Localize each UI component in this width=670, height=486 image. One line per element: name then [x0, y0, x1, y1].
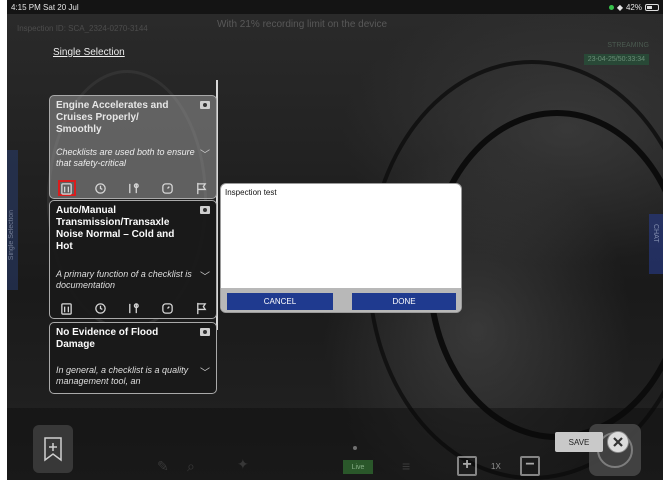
- gauge-button[interactable]: [159, 300, 177, 316]
- flag-button[interactable]: [192, 180, 210, 196]
- wifi-icon: ◆: [616, 2, 623, 12]
- repair-button[interactable]: [125, 300, 143, 316]
- location-indicator-icon: [608, 4, 614, 10]
- grid-icon[interactable]: ≡: [402, 458, 410, 474]
- page-indicator: [353, 446, 357, 450]
- close-button[interactable]: [607, 431, 629, 453]
- camera-icon[interactable]: [200, 101, 210, 109]
- gauge-icon: [162, 302, 173, 314]
- battery-percent: 42%: [625, 2, 642, 12]
- inspection-id: Inspection ID: SCA_2324-0270-3144: [17, 24, 148, 33]
- notes-button[interactable]: [57, 180, 76, 196]
- status-time: 4:15 PM: [11, 2, 41, 12]
- bookmark-add-icon: [44, 437, 62, 462]
- checklist-actions: [50, 179, 216, 197]
- repair-button[interactable]: [125, 180, 143, 196]
- chevron-down-icon[interactable]: ﹀: [200, 364, 210, 379]
- history-button[interactable]: [91, 180, 109, 196]
- zoom-out-button[interactable]: −: [520, 456, 540, 476]
- battery-icon: [645, 3, 659, 11]
- checklist-item-title: Auto/Manual Transmission/Transaxle Noise…: [56, 205, 175, 252]
- status-bar: 4:15 PM Sat 20 Jul ◆ 42%: [7, 0, 663, 14]
- zoom-in-button[interactable]: +: [457, 456, 477, 476]
- side-tab-label: CHAT: [652, 224, 659, 243]
- checklist-item[interactable]: Engine Accelerates and Cruises Properly/…: [49, 95, 217, 199]
- person-icon[interactable]: ✦: [237, 456, 249, 473]
- checklist-item-description: A primary function of a checklist is doc…: [56, 269, 192, 290]
- gauge-icon: [162, 182, 173, 194]
- search-icon[interactable]: ⌕: [187, 458, 195, 475]
- stream-time-badge: 23-04-25/50:33:34: [583, 54, 649, 65]
- flag-button[interactable]: [192, 300, 210, 316]
- single-selection-link[interactable]: Single Selection: [53, 47, 125, 58]
- add-bookmark-button[interactable]: [33, 425, 73, 473]
- recording-banner: With 21% recording limit on the device: [217, 19, 388, 30]
- checklist-item-description: In general, a checklist is a quality man…: [56, 365, 189, 386]
- clipboard-icon: [61, 302, 73, 315]
- status-date: Sat 20 Jul: [43, 2, 79, 12]
- checklist-item-title: Engine Accelerates and Cruises Properly/…: [56, 100, 169, 135]
- chevron-down-icon[interactable]: ﹀: [200, 268, 210, 283]
- clipboard-icon: [61, 182, 73, 195]
- tools-icon: [129, 302, 140, 313]
- notes-button[interactable]: [58, 300, 76, 316]
- history-button[interactable]: [91, 300, 109, 316]
- checklist-item[interactable]: Auto/Manual Transmission/Transaxle Noise…: [49, 200, 217, 319]
- cancel-button[interactable]: CANCEL: [227, 293, 333, 310]
- save-button[interactable]: SAVE: [555, 432, 603, 452]
- notes-dialog: Inspection test CANCEL DONE: [220, 183, 462, 313]
- flag-icon: [196, 182, 207, 194]
- zoom-level: 1X: [491, 462, 501, 471]
- gauge-button[interactable]: [159, 180, 177, 196]
- checklist-actions: [50, 299, 216, 317]
- app-frame: 4:15 PM Sat 20 Jul ◆ 42% With 21% record…: [0, 0, 670, 486]
- dialog-button-bar: CANCEL DONE: [221, 288, 461, 312]
- close-icon: [613, 437, 623, 447]
- checklist-item-title: No Evidence of Flood Damage: [56, 327, 159, 350]
- live-badge: Live: [343, 460, 373, 474]
- streaming-label: STREAMING: [607, 42, 649, 49]
- single-selection-side-tab[interactable]: Single Selection: [7, 150, 18, 290]
- notes-input[interactable]: Inspection test: [225, 188, 457, 288]
- done-button[interactable]: DONE: [352, 293, 456, 310]
- flag-icon: [196, 302, 207, 314]
- checklist-item-description: Checklists are used both to ensure that …: [56, 147, 195, 168]
- chat-side-tab[interactable]: CHAT: [649, 214, 663, 274]
- tools-icon: [129, 182, 140, 193]
- history-icon: [95, 302, 106, 314]
- checklist-item[interactable]: No Evidence of Flood Damage In general, …: [49, 322, 217, 394]
- pen-icon[interactable]: ✎: [157, 458, 169, 475]
- side-tab-label: Single Selection: [8, 210, 15, 261]
- chevron-down-icon[interactable]: ﹀: [200, 146, 210, 161]
- history-icon: [95, 182, 106, 194]
- camera-icon[interactable]: [200, 328, 210, 336]
- camera-icon[interactable]: [200, 206, 210, 214]
